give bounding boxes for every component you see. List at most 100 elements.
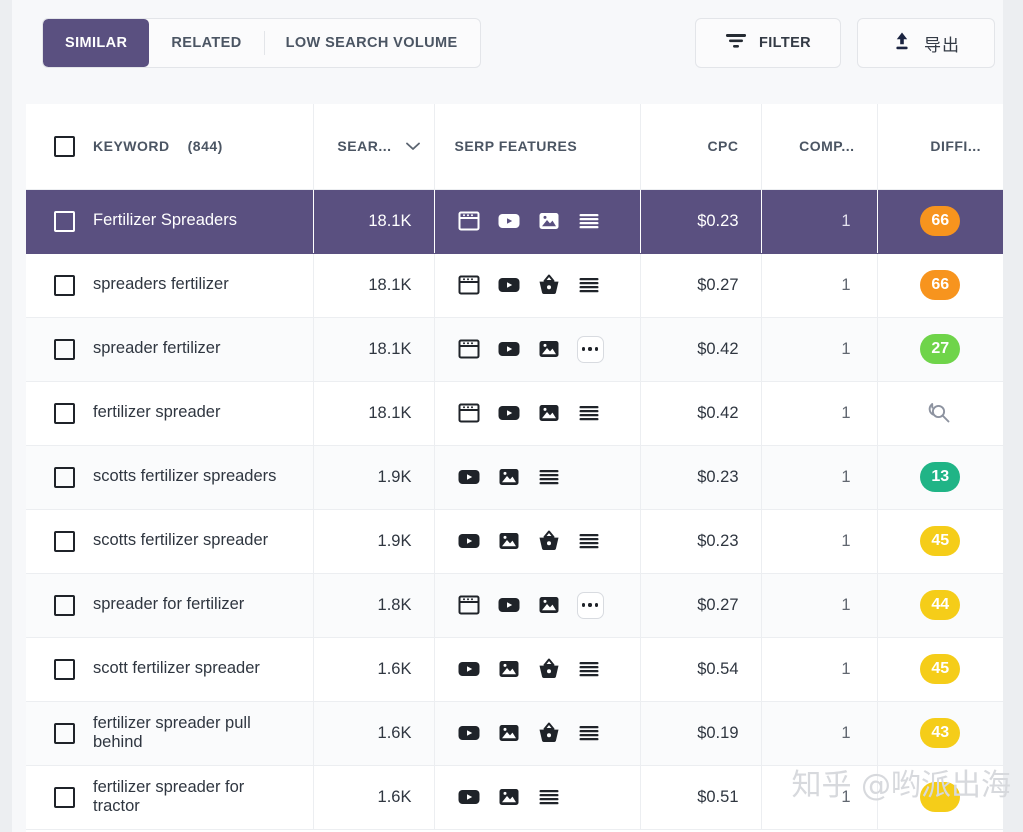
cell-competition: 1 (761, 445, 878, 510)
cell-serp-features (434, 701, 641, 766)
column-header-difficulty[interactable]: DIFFI... (877, 104, 1003, 190)
cell-competition: 1 (761, 317, 878, 382)
table-row[interactable]: spreader fertilizer 18.1K $0.42 1 27 (26, 317, 1003, 382)
table-row[interactable]: scotts fertilizer spreader 1.9K $0.23 1 45 (26, 509, 1003, 574)
cpc-value: $0.42 (697, 339, 739, 358)
cell-keyword: scotts fertilizer spreader (26, 509, 314, 574)
cell-difficulty: 43 (877, 701, 1003, 766)
keyword-text[interactable]: scotts fertilizer spreader (93, 531, 268, 550)
upload-icon (892, 31, 912, 55)
row-checkbox[interactable] (54, 274, 75, 296)
shopping-icon (537, 721, 561, 745)
reviews-icon (577, 721, 601, 745)
keyword-research-panel: SIMILAR RELATED LOW SEARCH VOLUME FILTER (0, 0, 1023, 832)
keywords-table-container[interactable]: KEYWORD (844) SEAR... SERP FEATURES CPC … (26, 104, 1003, 832)
table-row[interactable]: fertilizer spreader pull behind 1.6K $0.19… (26, 701, 1003, 766)
table-header: KEYWORD (844) SEAR... SERP FEATURES CPC … (26, 104, 1003, 190)
difficulty-badge: 13 (920, 462, 961, 492)
cell-difficulty: 44 (877, 573, 1003, 638)
cell-cpc: $0.19 (640, 701, 762, 766)
column-header-competition[interactable]: COMP... (761, 104, 878, 190)
search-volume-value: 18.1K (368, 403, 412, 422)
cell-search-volume: 18.1K (313, 253, 435, 318)
image-icon (497, 529, 521, 553)
keyword-text[interactable]: scotts fertilizer spreaders (93, 467, 276, 486)
column-header-cpc[interactable]: CPC (640, 104, 762, 190)
row-checkbox[interactable] (54, 594, 75, 616)
reviews-icon (577, 529, 601, 553)
top-ads-icon (457, 209, 481, 233)
table-row[interactable]: fertilizer spreader 18.1K $0.42 1 (26, 381, 1003, 446)
cell-serp-features (434, 765, 641, 830)
keyword-text[interactable]: spreaders fertilizer (93, 275, 229, 294)
row-checkbox[interactable] (54, 402, 75, 424)
cpc-value: $0.54 (697, 659, 739, 678)
tab-low-search-volume[interactable]: LOW SEARCH VOLUME (263, 19, 480, 67)
keyword-text[interactable]: fertilizer spreader (93, 403, 220, 422)
keyword-text[interactable]: Fertilizer Spreaders (93, 211, 237, 230)
column-header-volume[interactable]: SEAR... (313, 104, 435, 190)
tab-similar[interactable]: SIMILAR (43, 19, 150, 67)
recalculate-difficulty-icon[interactable] (928, 401, 952, 425)
keyword-text[interactable]: spreader fertilizer (93, 339, 220, 358)
image-icon (537, 337, 561, 361)
reviews-icon (577, 657, 601, 681)
competition-value: 1 (841, 339, 851, 358)
export-button[interactable]: 导出 (857, 18, 995, 68)
more-icon[interactable] (576, 591, 604, 619)
column-header-competition-label: COMP... (799, 138, 855, 155)
keyword-text[interactable]: fertilizer spreader for tractor (93, 778, 283, 817)
cell-difficulty: 66 (877, 189, 1003, 254)
row-checkbox[interactable] (54, 210, 75, 232)
image-icon (497, 465, 521, 489)
tab-similar-label: SIMILAR (65, 35, 128, 51)
tab-related[interactable]: RELATED (149, 19, 263, 67)
image-icon (497, 785, 521, 809)
video-icon (457, 529, 481, 553)
row-checkbox[interactable] (54, 530, 75, 552)
cell-search-volume: 1.8K (313, 573, 435, 638)
cell-search-volume: 1.6K (313, 765, 435, 830)
cpc-value: $0.42 (697, 403, 739, 422)
cell-keyword: scotts fertilizer spreaders (26, 445, 314, 510)
table-row[interactable]: scotts fertilizer spreaders 1.9K $0.23 1 13 (26, 445, 1003, 510)
table-row[interactable]: scott fertilizer spreader 1.6K $0.54 1 45 (26, 637, 1003, 702)
video-icon (497, 209, 521, 233)
chevron-down-icon[interactable] (405, 138, 420, 154)
filter-button[interactable]: FILTER (695, 18, 841, 68)
cpc-value: $0.23 (697, 211, 739, 230)
column-header-serp-features[interactable]: SERP FEATURES (434, 104, 641, 190)
keyword-text[interactable]: fertilizer spreader pull behind (93, 714, 283, 753)
keyword-count: (844) (187, 138, 223, 155)
keyword-text[interactable]: scott fertilizer spreader (93, 659, 260, 678)
difficulty-badge: 45 (920, 526, 961, 556)
row-checkbox[interactable] (54, 658, 75, 680)
select-all-checkbox[interactable] (54, 135, 75, 157)
competition-value: 1 (841, 531, 851, 550)
cell-difficulty: 13 (877, 445, 1003, 510)
column-header-keyword[interactable]: KEYWORD (844) (26, 104, 314, 190)
shopping-icon (537, 529, 561, 553)
top-ads-icon (457, 593, 481, 617)
column-header-difficulty-label: DIFFI... (930, 138, 981, 155)
row-checkbox[interactable] (54, 722, 75, 744)
shopping-icon (537, 273, 561, 297)
competition-value: 1 (841, 467, 851, 486)
search-volume-value: 1.9K (377, 467, 412, 486)
cell-difficulty: 45 (877, 509, 1003, 574)
more-icon[interactable] (576, 335, 604, 363)
row-checkbox[interactable] (54, 786, 75, 808)
table-row[interactable]: spreaders fertilizer 18.1K $0.27 1 66 (26, 253, 1003, 318)
table-row[interactable]: Fertilizer Spreaders 18.1K $0.23 1 66 (26, 189, 1003, 254)
cell-keyword: Fertilizer Spreaders (26, 189, 314, 254)
search-volume-value: 1.9K (377, 531, 412, 550)
row-checkbox[interactable] (54, 338, 75, 360)
cell-serp-features (434, 573, 641, 638)
cell-search-volume: 1.6K (313, 701, 435, 766)
cell-competition: 1 (761, 701, 878, 766)
table-row[interactable]: fertilizer spreader for tractor 1.6K $0.51… (26, 765, 1003, 830)
keyword-text[interactable]: spreader for fertilizer (93, 595, 244, 614)
difficulty-badge: 44 (920, 590, 961, 620)
table-row[interactable]: spreader for fertilizer 1.8K $0.27 1 44 (26, 573, 1003, 638)
row-checkbox[interactable] (54, 466, 75, 488)
